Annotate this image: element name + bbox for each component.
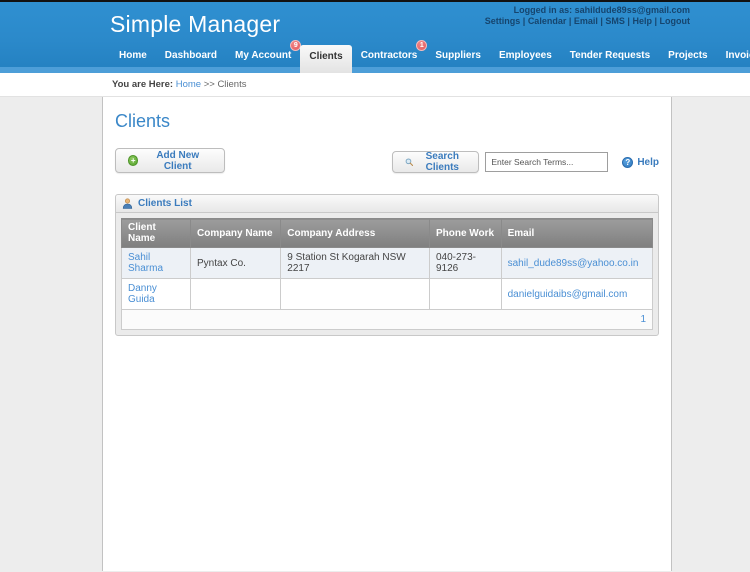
link-settings[interactable]: Settings xyxy=(485,16,521,26)
cell-phone-work: 040-273-9126 xyxy=(428,247,502,279)
app-header: Simple Manager Logged in as: sahildude89… xyxy=(0,2,750,73)
cell-company-address xyxy=(280,278,430,310)
nav-tabs: Home Dashboard My Account 9 Clients Contr… xyxy=(110,40,750,73)
clients-list-section: Clients List Client Name Company Name Co… xyxy=(115,194,659,336)
breadcrumb: You are Here: Home >> Clients xyxy=(0,73,750,97)
col-header-company-name[interactable]: Company Name xyxy=(190,218,282,248)
tab-invoices[interactable]: Invoices1 xyxy=(717,45,750,67)
table-row: Sahil Sharma Pyntax Co. 9 Station St Kog… xyxy=(120,247,654,279)
cell-company-address: 9 Station St Kogarah NSW 2217 xyxy=(280,247,430,279)
tab-contractors-label: Contractors xyxy=(360,50,418,61)
col-header-company-address[interactable]: Company Address xyxy=(280,218,430,248)
cell-email[interactable]: danielguidaibs@gmail.com xyxy=(500,278,654,310)
col-header-client-name[interactable]: Client Name xyxy=(120,218,192,248)
main-nav: Home Dashboard My Account 9 Clients Contr… xyxy=(0,40,750,73)
account-area: Logged in as: sahildude89ss@gmail.com Se… xyxy=(485,5,690,27)
link-sms[interactable]: SMS xyxy=(598,16,625,26)
clients-list-header: Clients List xyxy=(115,194,659,212)
page-root: Simple Manager Logged in as: sahildude89… xyxy=(0,0,750,571)
link-email[interactable]: Email xyxy=(566,16,598,26)
add-new-client-label: Add New Client xyxy=(156,149,200,172)
search-input[interactable] xyxy=(485,152,609,172)
cell-email[interactable]: sahil_dude89ss@yahoo.co.in xyxy=(500,247,654,279)
tab-employees[interactable]: Employees xyxy=(490,45,561,67)
search-clients-button[interactable]: Search Clients xyxy=(392,151,480,173)
page-title: Clients xyxy=(115,111,171,131)
tab-tender-requests[interactable]: Tender Requests xyxy=(561,45,659,67)
cell-client-name[interactable]: Sahil Sharma xyxy=(120,247,192,279)
tab-dashboard[interactable]: Dashboard xyxy=(156,45,226,67)
tab-suppliers[interactable]: Suppliers xyxy=(426,45,490,67)
cell-company-name xyxy=(190,278,282,310)
help-link[interactable]: ? Help xyxy=(622,156,659,168)
col-header-phone-work[interactable]: Phone Work xyxy=(428,218,502,248)
link-calendar[interactable]: Calendar xyxy=(520,16,566,26)
tab-my-account[interactable]: My Account 9 xyxy=(226,40,302,67)
cell-company-name: Pyntax Co. xyxy=(190,247,282,279)
pagination-row: 1 xyxy=(121,309,653,330)
logged-in-as: Logged in as: sahildude89ss@gmail.com xyxy=(513,5,690,15)
tab-home[interactable]: Home xyxy=(110,45,156,67)
clients-list-title: Clients List xyxy=(138,198,192,209)
tab-invoices-label: Invoices xyxy=(725,50,750,61)
clients-table-wrap: Client Name Company Name Company Address… xyxy=(115,212,659,336)
tab-projects[interactable]: Projects xyxy=(659,45,716,67)
breadcrumb-home-link[interactable]: Home xyxy=(176,79,201,90)
col-header-email[interactable]: Email xyxy=(500,218,654,248)
link-logout[interactable]: Logout xyxy=(652,16,690,26)
search-group: Search Clients ? Help xyxy=(392,151,659,173)
tab-clients[interactable]: Clients xyxy=(300,45,352,73)
main-area: Clients + Add New Client Search Clients xyxy=(0,97,750,571)
link-help[interactable]: Help xyxy=(625,16,652,26)
clients-table: Client Name Company Name Company Address… xyxy=(120,218,654,330)
table-row: Danny Guida danielguidaibs@gmail.com xyxy=(120,278,654,310)
quick-links: SettingsCalendarEmailSMSHelpLogout xyxy=(485,16,690,27)
table-header-row: Client Name Company Name Company Address… xyxy=(120,218,654,248)
person-icon xyxy=(122,198,133,209)
tab-my-account-label: My Account xyxy=(235,50,292,61)
breadcrumb-current: >> Clients xyxy=(203,79,247,90)
content-panel: Clients + Add New Client Search Clients xyxy=(102,97,672,571)
pagination-page-1[interactable]: 1 xyxy=(121,309,653,330)
tab-contractors[interactable]: Contractors 1 xyxy=(352,40,428,67)
add-new-client-button[interactable]: + Add New Client xyxy=(115,148,225,173)
help-label: Help xyxy=(637,156,659,168)
cell-client-name[interactable]: Danny Guida xyxy=(120,278,192,310)
help-icon: ? xyxy=(622,156,634,168)
cell-phone-work xyxy=(428,278,502,310)
plus-icon: + xyxy=(128,155,139,166)
breadcrumb-prefix: You are Here: xyxy=(112,79,174,90)
search-clients-label: Search Clients xyxy=(425,151,459,173)
app-title: Simple Manager xyxy=(110,11,281,37)
search-icon xyxy=(405,158,414,167)
toolbar: + Add New Client Search Clients ? H xyxy=(115,148,659,176)
